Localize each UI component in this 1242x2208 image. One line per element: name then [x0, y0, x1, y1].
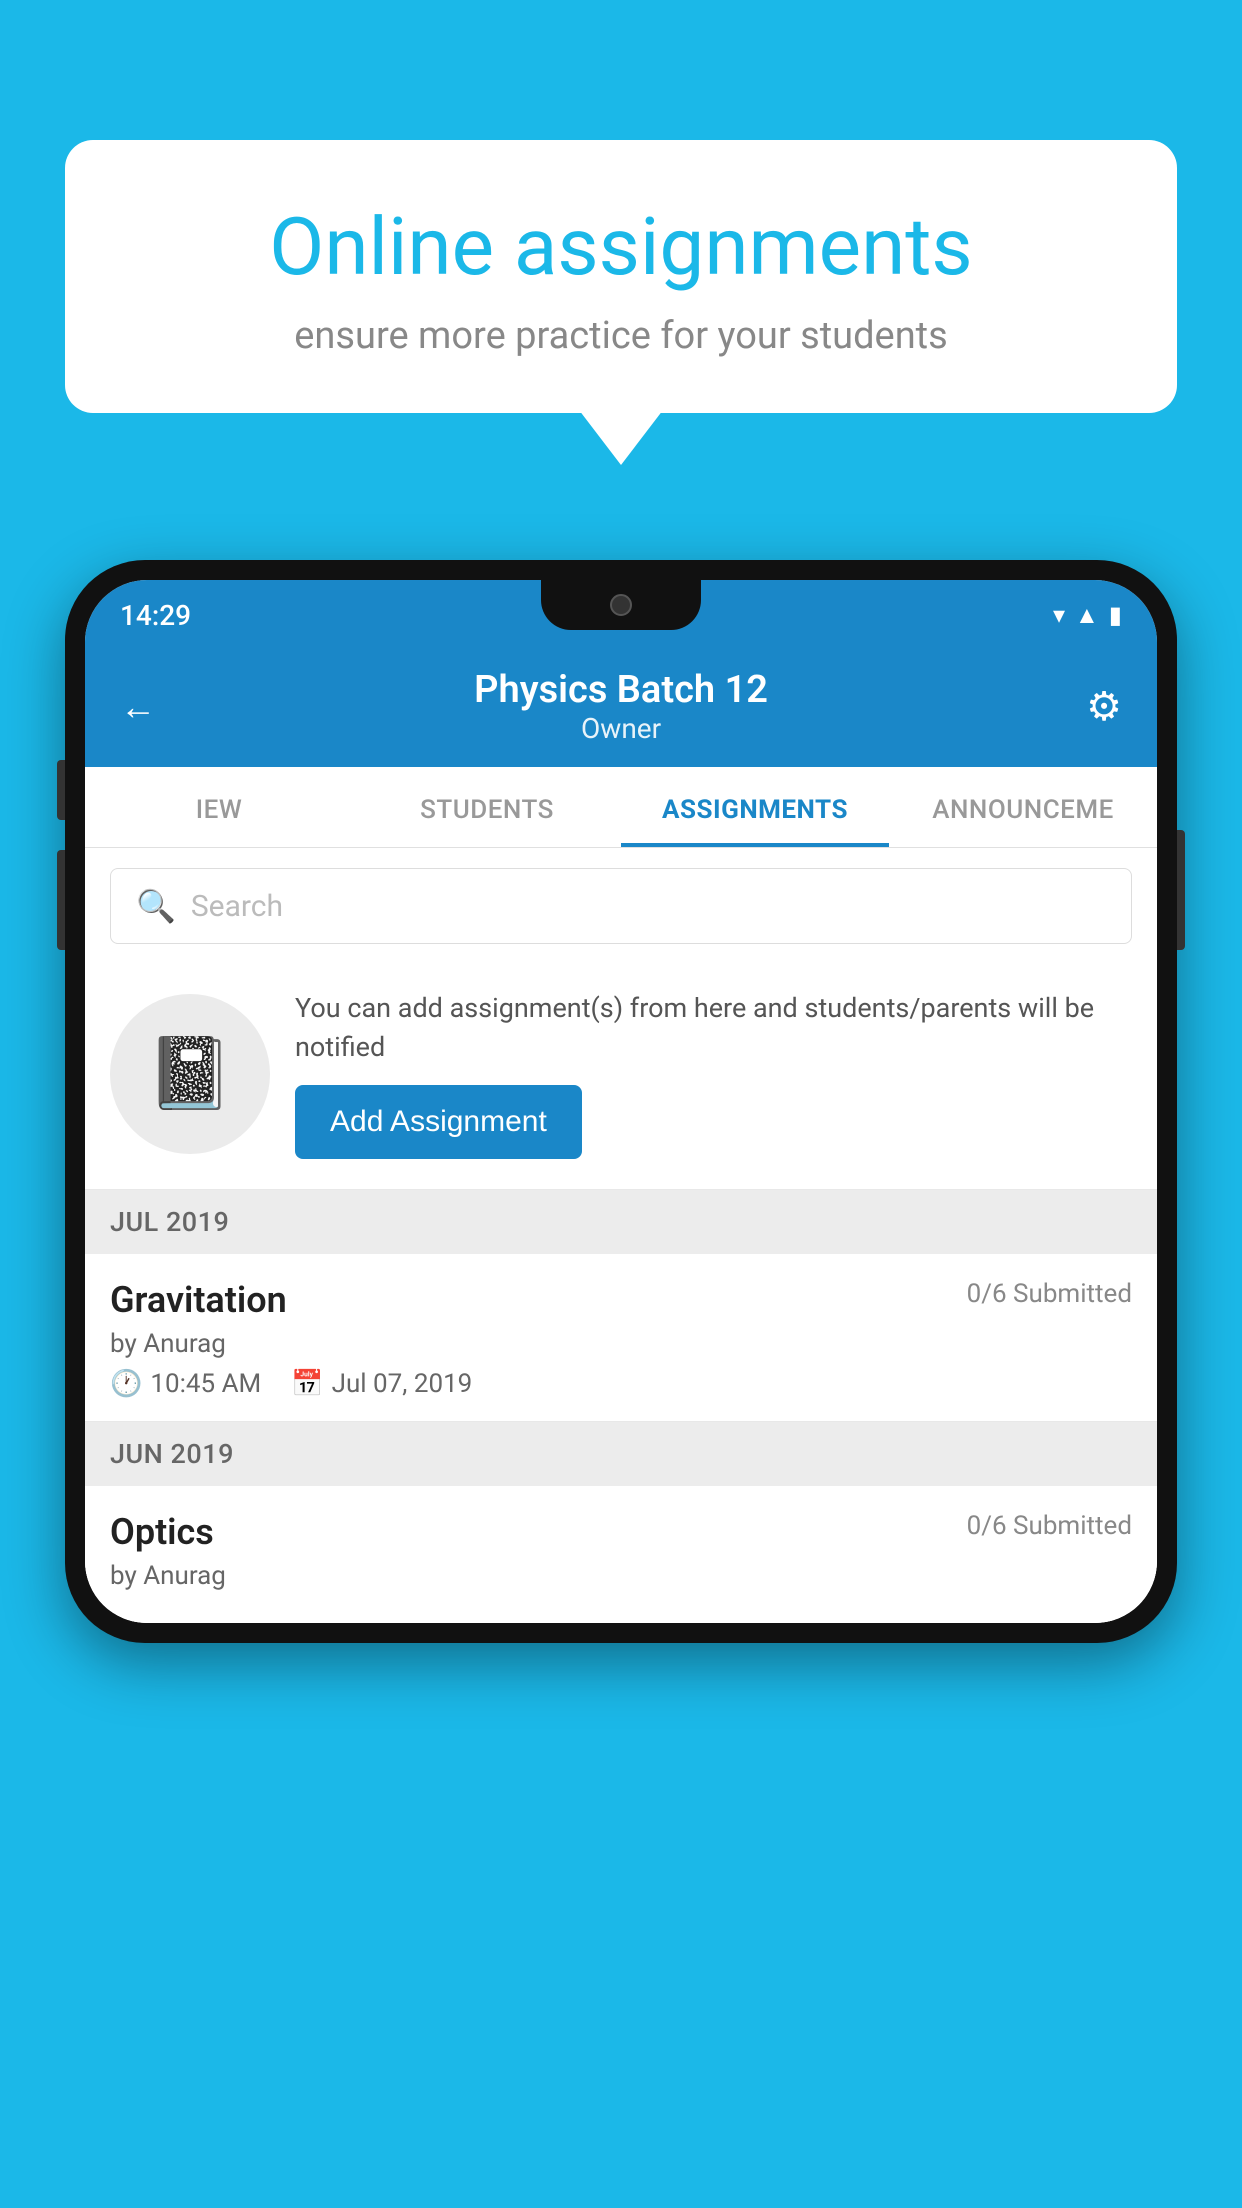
speech-bubble: Online assignments ensure more practice … — [65, 140, 1177, 413]
back-button[interactable]: ← — [120, 686, 156, 728]
phone-side-button-3 — [1177, 830, 1185, 950]
assignment-status-gravitation: 0/6 Submitted — [967, 1279, 1132, 1309]
promo-text: You can add assignment(s) from here and … — [295, 989, 1132, 1067]
assignment-item-optics[interactable]: Optics 0/6 Submitted by Anurag — [85, 1486, 1157, 1623]
assignment-status-optics: 0/6 Submitted — [967, 1511, 1132, 1541]
search-bar-container: 🔍 Search — [85, 848, 1157, 964]
header-center: Physics Batch 12 Owner — [474, 668, 768, 745]
assignment-meta-gravitation: 🕐 10:45 AM 📅 Jul 07, 2019 — [110, 1369, 1132, 1399]
assignment-top-row: Gravitation 0/6 Submitted — [110, 1279, 1132, 1321]
tabs-bar: IEW STUDENTS ASSIGNMENTS ANNOUNCEME — [85, 767, 1157, 848]
content-area: 🔍 Search 📓 You can add assignment(s) fro… — [85, 848, 1157, 1623]
tab-iew[interactable]: IEW — [85, 767, 353, 847]
section-header-jul: JUL 2019 — [85, 1190, 1157, 1254]
battery-icon: ▮ — [1109, 601, 1122, 629]
settings-icon[interactable]: ⚙ — [1086, 683, 1122, 730]
speech-bubble-title: Online assignments — [135, 200, 1107, 294]
tab-assignments[interactable]: ASSIGNMENTS — [621, 767, 889, 847]
batch-title: Physics Batch 12 — [474, 668, 768, 712]
camera-dot — [610, 594, 632, 616]
search-icon: 🔍 — [136, 887, 176, 925]
promo-right: You can add assignment(s) from here and … — [295, 989, 1132, 1159]
phone-notch — [541, 580, 701, 630]
assignment-by-optics: by Anurag — [110, 1561, 1132, 1591]
add-assignment-button[interactable]: Add Assignment — [295, 1085, 582, 1159]
tab-announcements[interactable]: ANNOUNCEME — [889, 767, 1157, 847]
meta-date-value-gravitation: Jul 07, 2019 — [332, 1369, 473, 1399]
assignment-top-row-optics: Optics 0/6 Submitted — [110, 1511, 1132, 1553]
assignment-name-gravitation: Gravitation — [110, 1279, 287, 1321]
assignment-name-optics: Optics — [110, 1511, 214, 1553]
meta-time-value-gravitation: 10:45 AM — [150, 1369, 261, 1399]
signal-icon: ▲ — [1075, 601, 1099, 630]
batch-subtitle: Owner — [474, 712, 768, 745]
status-icons: ▾ ▲ ▮ — [1053, 601, 1122, 630]
search-bar[interactable]: 🔍 Search — [110, 868, 1132, 944]
phone-side-button-1 — [57, 760, 65, 820]
calendar-icon-gravitation: 📅 — [291, 1369, 323, 1399]
search-placeholder: Search — [191, 889, 283, 924]
status-time: 14:29 — [120, 599, 191, 632]
assignment-item-gravitation[interactable]: Gravitation 0/6 Submitted by Anurag 🕐 10… — [85, 1254, 1157, 1422]
section-header-jul-text: JUL 2019 — [110, 1206, 229, 1238]
notebook-icon: 📓 — [146, 1033, 233, 1115]
section-header-jun-text: JUN 2019 — [110, 1438, 234, 1470]
tab-students[interactable]: STUDENTS — [353, 767, 621, 847]
speech-bubble-container: Online assignments ensure more practice … — [65, 140, 1177, 413]
app-header: ← Physics Batch 12 Owner ⚙ — [85, 650, 1157, 767]
phone-screen: 14:29 ▾ ▲ ▮ ← Physics Batch 12 Owner ⚙ I… — [85, 580, 1157, 1623]
speech-bubble-subtitle: ensure more practice for your students — [135, 314, 1107, 358]
status-bar: 14:29 ▾ ▲ ▮ — [85, 580, 1157, 650]
meta-time-gravitation: 🕐 10:45 AM — [110, 1369, 261, 1399]
add-assignment-promo: 📓 You can add assignment(s) from here an… — [85, 964, 1157, 1190]
wifi-icon: ▾ — [1053, 601, 1065, 629]
clock-icon-gravitation: 🕐 — [110, 1369, 142, 1399]
section-header-jun: JUN 2019 — [85, 1422, 1157, 1486]
phone-side-button-2 — [57, 850, 65, 950]
promo-icon-circle: 📓 — [110, 994, 270, 1154]
phone-frame: 14:29 ▾ ▲ ▮ ← Physics Batch 12 Owner ⚙ I… — [65, 560, 1177, 1643]
meta-date-gravitation: 📅 Jul 07, 2019 — [291, 1369, 472, 1399]
assignment-by-gravitation: by Anurag — [110, 1329, 1132, 1359]
